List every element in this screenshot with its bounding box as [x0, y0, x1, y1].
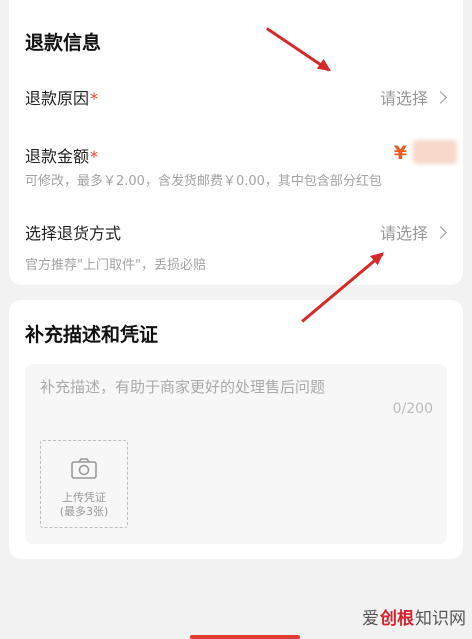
char-count: 0/200 [392, 401, 433, 417]
upload-limit-label: (最多3张) [59, 505, 109, 518]
camera-icon [71, 458, 97, 479]
return-method-label: 选择退货方式 [25, 224, 122, 243]
refund-info-card: 退款信息 退款原因* 请选择 退款金额* ¥ 可修改，最多￥2.00，含发货邮费… [9, 0, 463, 285]
watermark: 爱创根 知识网 [362, 609, 466, 629]
refund-amount-hint: 可修改，最多￥2.00，含发货邮费￥0.00，其中包含部分红包 [25, 174, 382, 189]
currency-symbol: ¥ [393, 142, 407, 164]
refund-info-title: 退款信息 [25, 32, 102, 54]
description-textarea[interactable]: 补充描述，有助于商家更好的处理售后问题 0/200 上传凭证 (最多3张) [25, 364, 447, 544]
submit-button-edge[interactable] [190, 635, 300, 639]
refund-reason-select[interactable]: 请选择 [379, 85, 447, 109]
refund-amount-input[interactable] [413, 140, 457, 164]
chevron-right-icon [434, 225, 447, 239]
return-method-select[interactable]: 请选择 [379, 220, 447, 244]
upload-evidence-button[interactable]: 上传凭证 (最多3张) [40, 440, 128, 528]
evidence-title: 补充描述和凭证 [25, 324, 159, 346]
chevron-right-icon [434, 90, 447, 104]
upload-label: 上传凭证 [62, 491, 106, 504]
return-method-hint: 官方推荐"上门取件"，丢损必赔 [25, 258, 206, 273]
description-placeholder: 补充描述，有助于商家更好的处理售后问题 [40, 378, 326, 396]
required-mark: * [90, 89, 99, 108]
refund-reason-label: 退款原因* [25, 89, 99, 108]
evidence-card: 补充描述和凭证 补充描述，有助于商家更好的处理售后问题 0/200 上传凭证 (… [9, 300, 463, 559]
return-method-value: 请选择 [379, 224, 428, 243]
refund-amount-label: 退款金额* [25, 147, 99, 166]
required-mark: * [90, 147, 99, 166]
refund-reason-value: 请选择 [379, 89, 428, 108]
